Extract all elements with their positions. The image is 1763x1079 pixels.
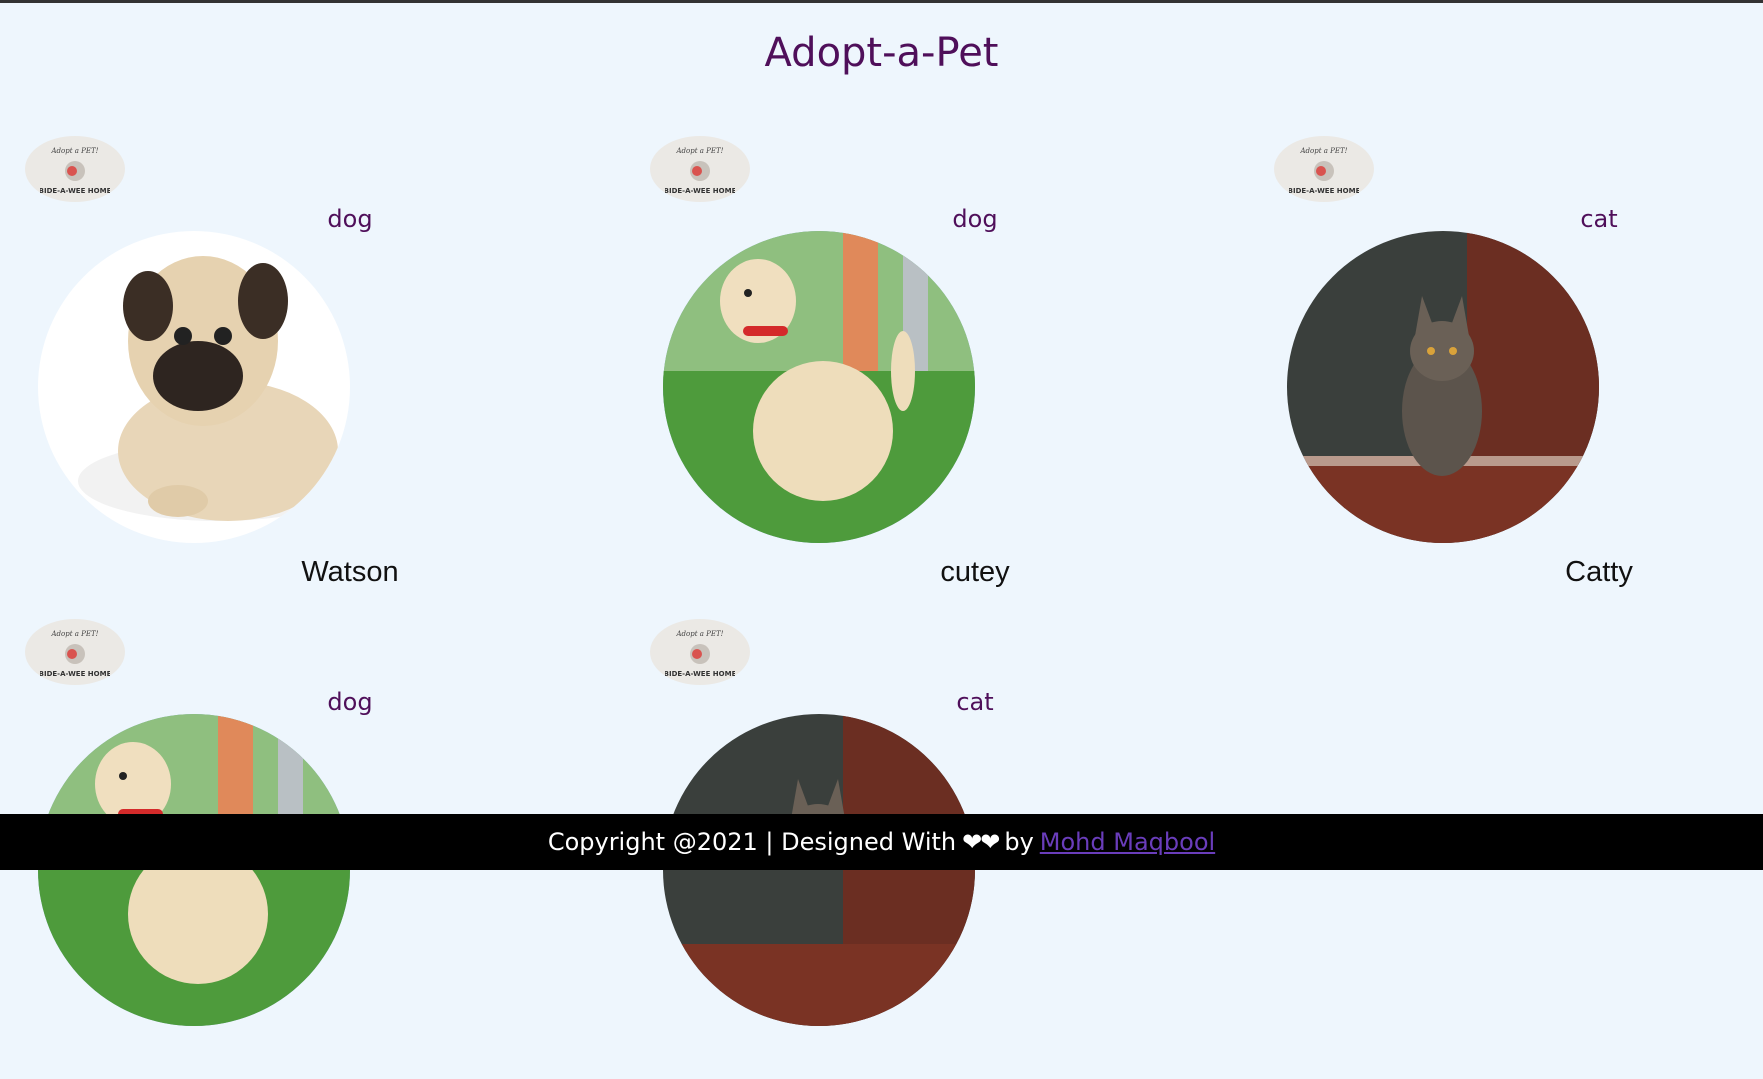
- footer-copyright-text: Copyright @2021 | Designed With: [547, 828, 957, 856]
- svg-text:BIDE-A-WEE HOME: BIDE-A-WEE HOME: [665, 670, 735, 678]
- svg-text:BIDE-A-WEE HOME: BIDE-A-WEE HOME: [1289, 187, 1359, 195]
- pug-photo-icon[interactable]: [38, 231, 350, 543]
- bide-a-wee-logo-icon: Adopt a PET! BIDE-A-WEE HOME: [650, 619, 750, 685]
- svg-text:BIDE-A-WEE HOME: BIDE-A-WEE HOME: [40, 670, 110, 678]
- bide-a-wee-logo-icon: Adopt a PET! BIDE-A-WEE HOME: [25, 136, 125, 202]
- page-title: Adopt-a-Pet: [764, 30, 999, 76]
- tabby-cat-photo-icon[interactable]: [1287, 231, 1599, 543]
- pet-card[interactable]: Adopt a PET! BIDE-A-WEE HOME dog Watson: [25, 136, 445, 596]
- svg-text:BIDE-A-WEE HOME: BIDE-A-WEE HOME: [40, 187, 110, 195]
- golden-puppy-photo-icon[interactable]: [38, 714, 350, 1026]
- bide-a-wee-logo-icon: Adopt a PET! BIDE-A-WEE HOME: [1274, 136, 1374, 202]
- bide-a-wee-logo-icon: Adopt a PET! BIDE-A-WEE HOME: [650, 136, 750, 202]
- svg-text:BIDE-A-WEE HOME: BIDE-A-WEE HOME: [665, 187, 735, 195]
- pet-type: dog: [952, 205, 998, 233]
- svg-text:Adopt a PET!: Adopt a PET!: [1300, 147, 1348, 155]
- pet-type: cat: [1580, 205, 1618, 233]
- top-border: [0, 0, 1763, 3]
- tabby-cat-photo-icon[interactable]: [663, 714, 975, 1026]
- pet-type: dog: [327, 688, 373, 716]
- svg-text:Adopt a PET!: Adopt a PET!: [676, 630, 724, 638]
- pet-name: Watson: [301, 556, 399, 588]
- footer-by-text: by: [1004, 828, 1034, 856]
- bide-a-wee-logo-icon: Adopt a PET! BIDE-A-WEE HOME: [25, 619, 125, 685]
- footer: Copyright @2021 | Designed With ❤❤ by Mo…: [0, 814, 1763, 870]
- pet-card[interactable]: Adopt a PET! BIDE-A-WEE HOME dog cutey: [650, 136, 1070, 596]
- pet-card[interactable]: Adopt a PET! BIDE-A-WEE HOME cat Catty: [1274, 136, 1694, 596]
- pet-name: cutey: [940, 556, 1010, 588]
- pet-type: dog: [327, 205, 373, 233]
- author-link[interactable]: Mohd Maqbool: [1040, 828, 1215, 856]
- golden-puppy-photo-icon[interactable]: [663, 231, 975, 543]
- pet-type: cat: [956, 688, 994, 716]
- svg-text:Adopt a PET!: Adopt a PET!: [676, 147, 724, 155]
- svg-text:Adopt a PET!: Adopt a PET!: [51, 630, 99, 638]
- heart-icon: ❤❤: [962, 828, 1000, 856]
- pet-name: Catty: [1565, 556, 1633, 588]
- svg-text:Adopt a PET!: Adopt a PET!: [51, 147, 99, 155]
